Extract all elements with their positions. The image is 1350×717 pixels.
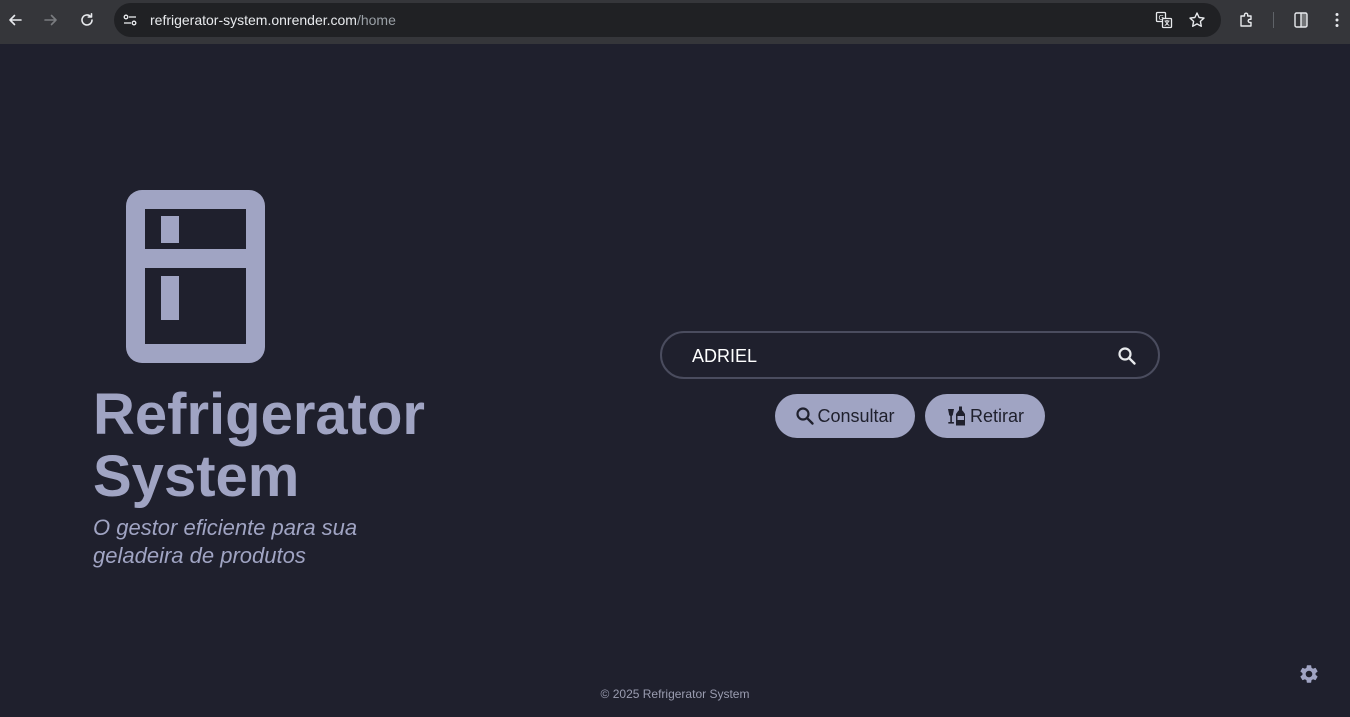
extensions-icon[interactable] [1235, 8, 1259, 32]
app-title: Refrigerator System [93, 382, 425, 509]
refrigerator-icon [126, 190, 265, 363]
translate-icon[interactable]: G [1153, 9, 1175, 31]
address-bar[interactable]: refrigerator-system.onrender.com/home G [114, 3, 1221, 37]
retirar-label: Retirar [969, 405, 1024, 426]
reload-icon[interactable] [75, 8, 99, 32]
site-info-icon[interactable] [119, 9, 141, 31]
menu-kebab-icon[interactable] [1325, 8, 1349, 32]
back-icon[interactable] [3, 8, 27, 32]
app-subtitle: O gestor eficiente para sua geladeira de… [93, 515, 358, 568]
gear-icon[interactable] [1297, 662, 1321, 686]
bottles-icon [946, 405, 968, 427]
search-icon [795, 406, 815, 426]
consultar-label: Consultar [817, 405, 895, 426]
bookmark-star-icon[interactable] [1186, 9, 1208, 31]
search-icon[interactable] [1114, 343, 1140, 369]
toolbar-separator [1273, 12, 1274, 28]
browser-toolbar: refrigerator-system.onrender.com/home G [0, 0, 1350, 44]
retirar-button[interactable]: Retirar [925, 394, 1045, 438]
footer-copyright: © 2025 Refrigerator System [600, 687, 750, 701]
search-bar [660, 331, 1160, 379]
search-input[interactable] [692, 343, 1092, 369]
url-path: /home [356, 12, 396, 28]
url-text: refrigerator-system.onrender.com/home [150, 12, 396, 28]
forward-icon[interactable] [39, 8, 63, 32]
side-panel-icon[interactable] [1289, 8, 1313, 32]
url-host: refrigerator-system.onrender.com [150, 12, 357, 28]
consultar-button[interactable]: Consultar [775, 394, 915, 438]
